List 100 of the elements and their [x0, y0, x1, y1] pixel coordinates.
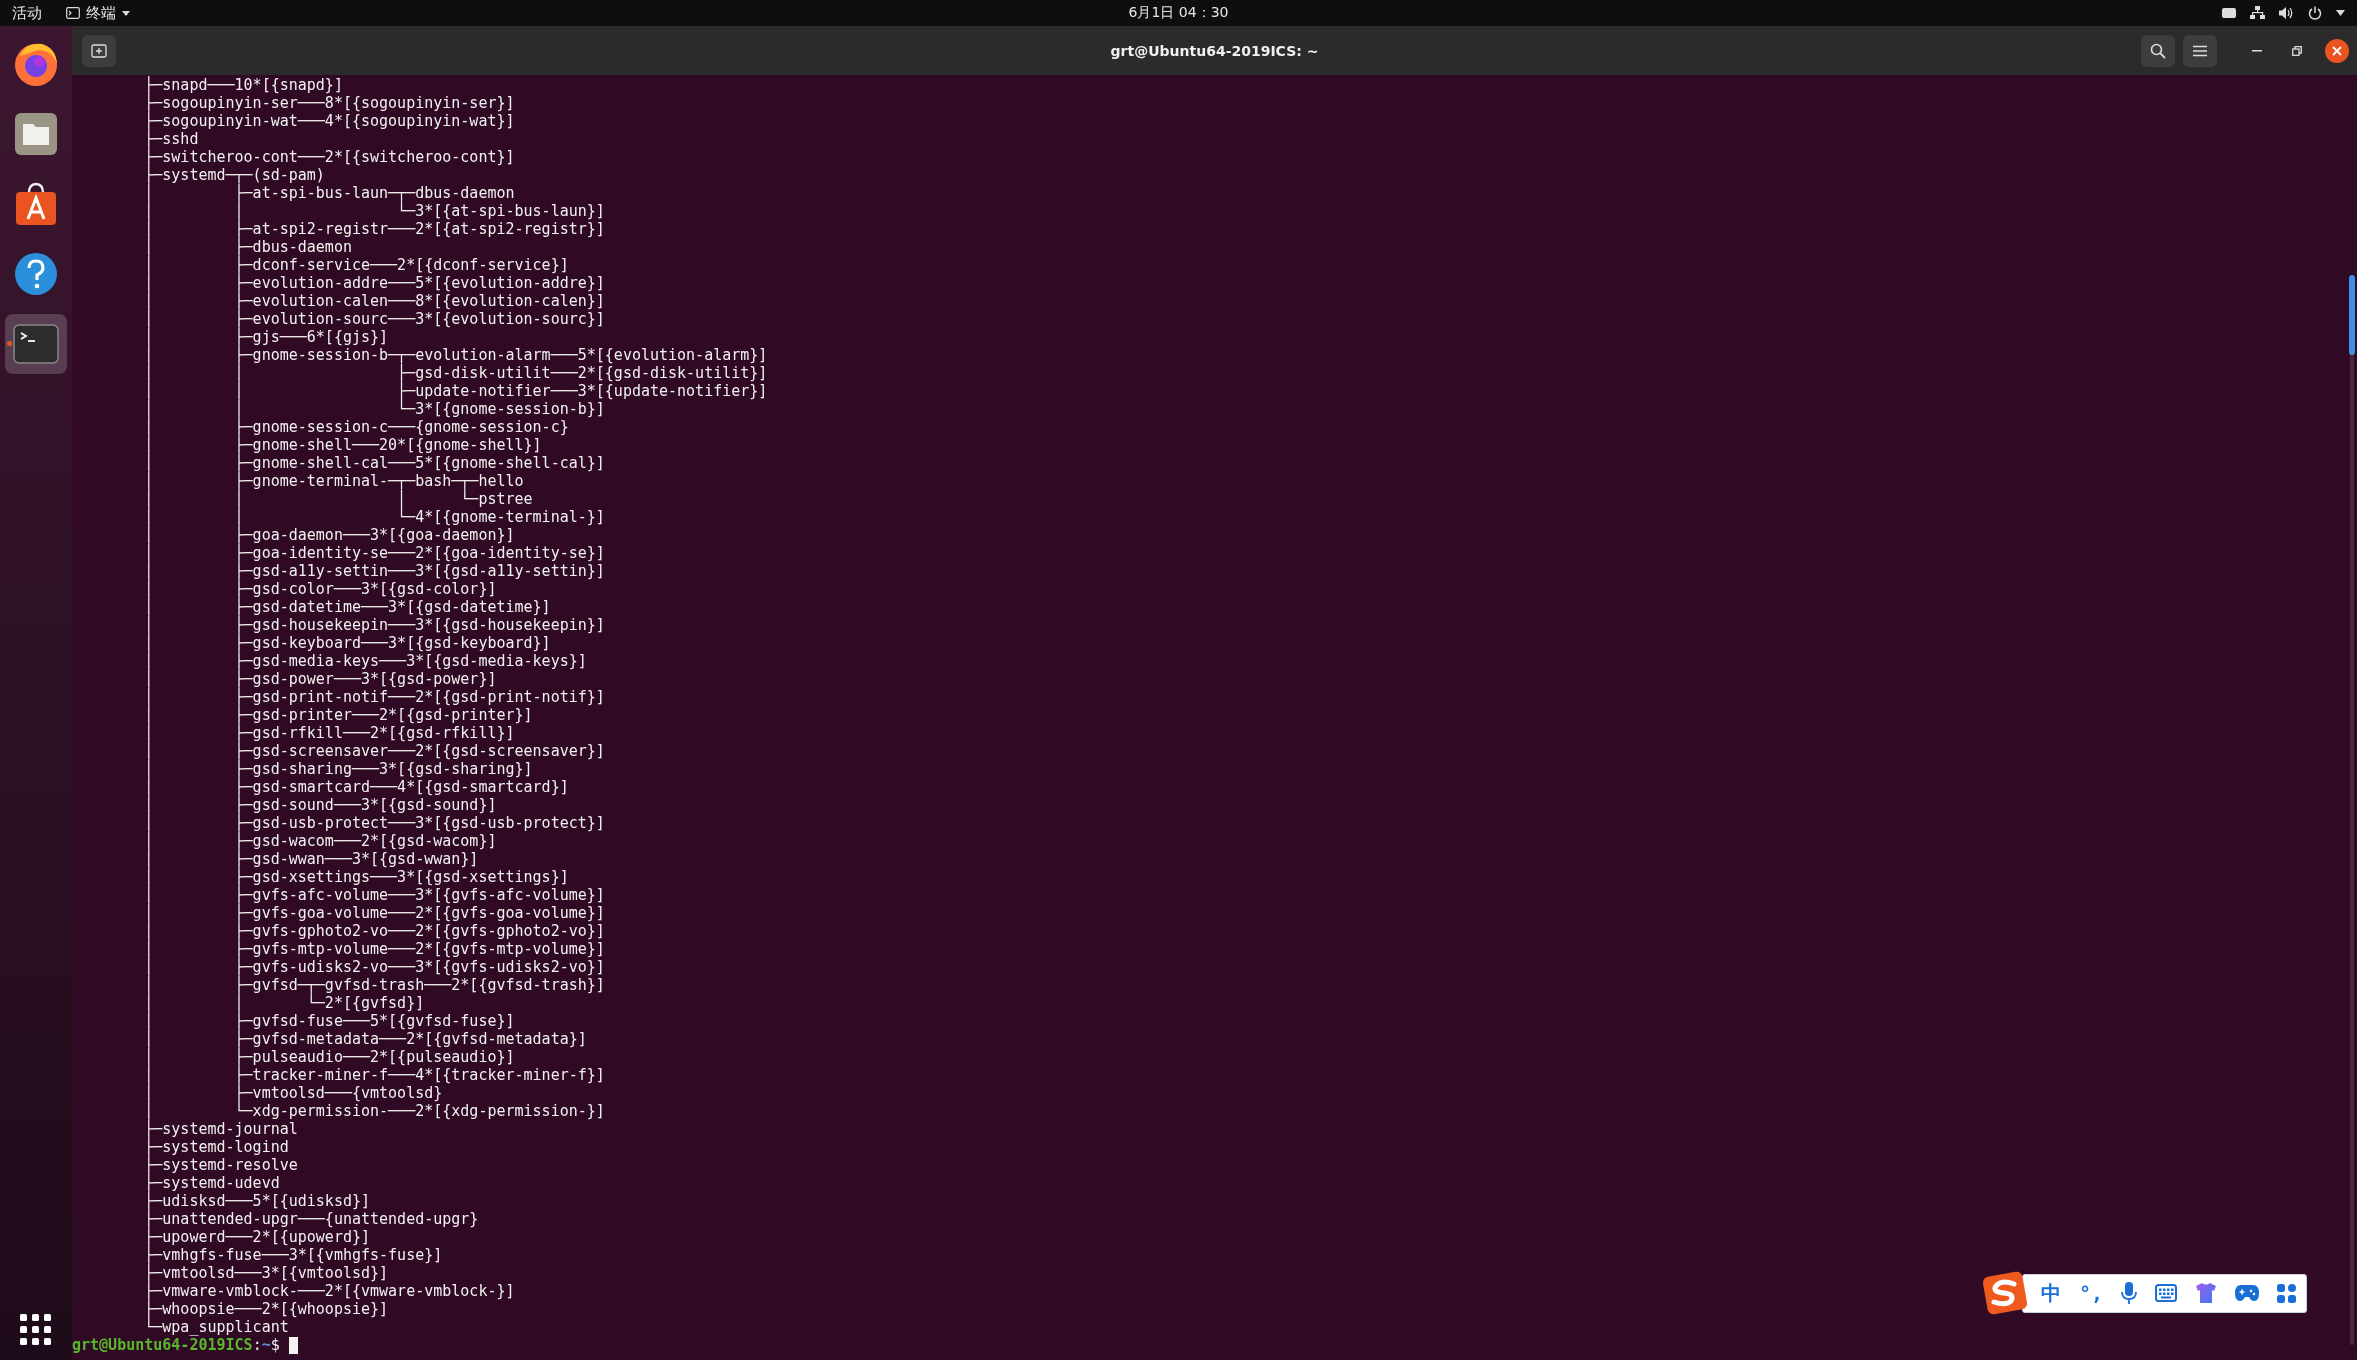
terminal-line: ├─unattended-upgr───{unattended-upgr}: [143, 1210, 479, 1228]
terminal-line: ├─systemd-udevd: [143, 1174, 280, 1192]
terminal-line: │ ├─evolution-sourc───3*[{evolution-sourc}]: [143, 310, 605, 328]
terminal-line: │ ├─dconf-service───2*[{dconf-service}]: [143, 256, 569, 274]
terminal-line: │ │ └─3*[{gnome-session-b}]: [143, 400, 605, 418]
clock[interactable]: 6月1日 04：30: [1128, 4, 1229, 22]
terminal-line: │ ├─gnome-session-c───{gnome-session-c}: [143, 418, 569, 436]
terminal-line: │ ├─gsd-datetime───3*[{gsd-datetime}]: [143, 598, 551, 616]
terminal-line: ├─systemd-logind: [143, 1138, 289, 1156]
terminal-line: │ ├─gnome-shell-cal───5*[{gnome-shell-cal}]: [143, 454, 605, 472]
terminal-line: │ ├─gsd-housekeepin───3*[{gsd-housekeepin}]: [143, 616, 605, 634]
terminal-line: │ ├─evolution-addre───5*[{evolution-addre}]: [143, 274, 605, 292]
prompt-symbol: $: [270, 1336, 280, 1354]
terminal-line: │ │ ├─gsd-disk-utilit───2*[{gsd-disk-utilit}]: [143, 364, 768, 382]
terminal-line: │ ├─gsd-media-keys───3*[{gsd-media-keys}]: [143, 652, 587, 670]
terminal-line: │ ├─at-spi2-registr───2*[{at-spi2-registr}]: [143, 220, 605, 238]
menu-button[interactable]: [2183, 34, 2217, 67]
terminal-line: │ ├─gnome-session-b─┬─evolution-alarm───5*[{evolution-alarm}]: [143, 346, 768, 364]
terminal-icon: [66, 7, 80, 19]
terminal-line: │ ├─gsd-a11y-settin───3*[{gsd-a11y-settin}]: [143, 562, 605, 580]
search-icon: [2150, 42, 2166, 59]
terminal-line: ├─systemd-resolve: [143, 1156, 298, 1174]
terminal-line: │ ├─tracker-miner-f───4*[{tracker-miner-f}]: [143, 1066, 605, 1084]
terminal-line: │ ├─gsd-color───3*[{gsd-color}]: [143, 580, 497, 598]
terminal-line: │ ├─at-spi-bus-laun─┬─dbus-daemon: [143, 184, 515, 202]
gamepad-icon[interactable]: [2235, 1284, 2259, 1302]
terminal-line: ├─whoopsie───2*[{whoopsie}]: [143, 1300, 389, 1318]
terminal-line: │ └─xdg-permission-───2*[{xdg-permission-}]: [143, 1102, 605, 1120]
new-tab-button[interactable]: [82, 34, 116, 67]
terminal-line: │ ├─gsd-print-notif───2*[{gsd-print-notif}]: [143, 688, 605, 706]
terminal-line: │ ├─gnome-terminal-─┬─bash─┬─hello: [143, 472, 524, 490]
restore-icon: [2292, 45, 2302, 56]
prompt-user-host: grt@Ubuntu64-2019ICS: [72, 1336, 253, 1354]
prompt-separator: :: [252, 1336, 262, 1354]
minimize-icon: [2252, 49, 2262, 52]
terminal-line: │ ├─gsd-keyboard───3*[{gsd-keyboard}]: [143, 634, 551, 652]
terminal-line: ├─snapd───10*[{snapd}]: [143, 76, 343, 94]
terminal-line: │ ├─gvfs-udisks2-vo───3*[{gvfs-udisks2-vo}]: [143, 958, 605, 976]
menu-icon: [2193, 44, 2207, 57]
search-button[interactable]: [2141, 34, 2175, 67]
running-indicator: [7, 341, 12, 346]
input-mode-toggle[interactable]: 中: [2040, 1284, 2061, 1302]
terminal-line: ├─vmware-vmblock-───2*[{vmware-vmblock-}]: [143, 1282, 515, 1300]
terminal-line: │ ├─gvfsd-fuse───5*[{gvfsd-fuse}]: [143, 1012, 515, 1030]
terminal-line: ├─systemd─┬─(sd-pam): [143, 166, 325, 184]
terminal-line: │ ├─gsd-wwan───3*[{gsd-wwan}]: [143, 850, 479, 868]
keyboard-icon[interactable]: [2155, 1284, 2177, 1302]
display-icon[interactable]: [2222, 8, 2236, 18]
activities-button[interactable]: 活动: [12, 3, 42, 23]
caret-icon[interactable]: [2336, 10, 2345, 16]
close-icon: [2332, 45, 2342, 56]
terminal-line: │ ├─goa-identity-se───2*[{goa-identity-se}]: [143, 544, 605, 562]
terminal-line: │ ├─gjs───6*[{gjs}]: [143, 328, 389, 346]
help-icon: [13, 251, 59, 297]
terminal-line: ├─udisksd───5*[{udisksd}]: [143, 1192, 370, 1210]
terminal-line: │ ├─gvfsd-metadata───2*[{gvfsd-metadata}]: [143, 1030, 587, 1048]
terminal-line: │ │ ├─update-notifier───3*[{update-notifier}]: [143, 382, 768, 400]
terminal-icon: [13, 324, 59, 364]
terminal-line: │ ├─evolution-calen───8*[{evolution-calen}]: [143, 292, 605, 310]
terminal-line: │ ├─pulseaudio───2*[{pulseaudio}]: [143, 1048, 515, 1066]
terminal-line: │ ├─goa-daemon───3*[{goa-daemon}]: [143, 526, 515, 544]
terminal-line: ├─sogoupinyin-wat───4*[{sogoupinyin-wat}]: [143, 112, 515, 130]
app-menu[interactable]: 终端: [66, 3, 130, 23]
grid-icon[interactable]: [2277, 1283, 2296, 1303]
terminal-line: │ ├─gsd-usb-protect───3*[{gsd-usb-protect}]: [143, 814, 605, 832]
terminal-line: │ │ └─3*[{at-spi-bus-laun}]: [143, 202, 605, 220]
terminal-line: │ ├─gsd-sharing───3*[{gsd-sharing}]: [143, 760, 533, 778]
terminal-line: │ ├─gsd-rfkill───2*[{gsd-rfkill}]: [143, 724, 515, 742]
power-icon[interactable]: [2308, 6, 2322, 20]
terminal-line: │ ├─dbus-daemon: [143, 238, 352, 256]
microphone-icon[interactable]: [2121, 1282, 2137, 1304]
terminal-line: │ ├─gsd-power───3*[{gsd-power}]: [143, 670, 497, 688]
terminal-line: ├─vmhgfs-fuse───3*[{vmhgfs-fuse}]: [143, 1246, 443, 1264]
shirt-icon[interactable]: [2195, 1283, 2217, 1303]
close-button[interactable]: [2325, 38, 2349, 63]
terminal-line: │ ├─gvfsd─┬─gvfsd-trash───2*[{gvfsd-trash}]: [143, 976, 605, 994]
terminal-line: │ ├─gsd-sound───3*[{gsd-sound}]: [143, 796, 497, 814]
punctuation-toggle[interactable]: °,: [2078, 1284, 2103, 1302]
terminal-line: │ ├─gvfs-afc-volume───3*[{gvfs-afc-volume}]: [143, 886, 605, 904]
terminal-line: └─wpa_supplicant: [143, 1318, 289, 1336]
prompt-path: ~: [261, 1336, 271, 1354]
terminal-line: │ ├─gvfs-mtp-volume───2*[{gvfs-mtp-volume}]: [143, 940, 605, 958]
text-cursor: [288, 1336, 298, 1354]
terminal-line: ├─switcheroo-cont───2*[{switcheroo-cont}]: [143, 148, 515, 166]
network-icon[interactable]: [2250, 6, 2265, 20]
terminal-line: │ ├─gsd-wacom───2*[{gsd-wacom}]: [143, 832, 497, 850]
terminal-line: ├─vmtoolsd───3*[{vmtoolsd}]: [143, 1264, 389, 1282]
app-grid-icon[interactable]: [20, 1314, 52, 1346]
window-title: grt@Ubuntu64-2019ICS: ~: [1110, 42, 1319, 59]
terminal-line: │ │ └─2*[{gvfsd}]: [143, 994, 425, 1012]
terminal-line: │ │ └─4*[{gnome-terminal-}]: [143, 508, 605, 526]
terminal-line: │ ├─gnome-shell───20*[{gnome-shell}]: [143, 436, 542, 454]
terminal-line: │ ├─gsd-smartcard───4*[{gsd-smartcard}]: [143, 778, 569, 796]
volume-icon[interactable]: [2279, 6, 2294, 20]
terminal-line: ├─upowerd───2*[{upowerd}]: [143, 1228, 370, 1246]
terminal-line: ├─systemd-journal: [143, 1120, 298, 1138]
terminal-line: │ ├─vmtoolsd───{vmtoolsd}: [143, 1084, 443, 1102]
terminal-line: │ │ │ └─pstree: [143, 490, 533, 508]
terminal-line: ├─sogoupinyin-ser───8*[{sogoupinyin-ser}]: [143, 94, 515, 112]
new-tab-icon: [91, 43, 107, 58]
